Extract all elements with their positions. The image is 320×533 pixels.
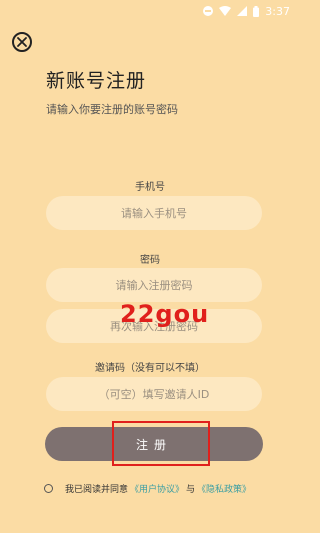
invite-code-input[interactable]: （可空）填写邀请人ID xyxy=(46,377,262,411)
do-not-disturb-icon xyxy=(203,6,214,16)
user-agreement-link[interactable]: 《用户协议》 xyxy=(130,482,184,495)
status-time: 3:37 xyxy=(265,4,290,18)
battery-icon xyxy=(253,5,260,17)
page-subtitle: 请输入你要注册的账号密码 xyxy=(46,103,178,116)
phone-label: 手机号 xyxy=(135,182,165,193)
agreement-prefix: 我已阅读并同意 xyxy=(65,485,129,495)
page-title: 新账号注册 xyxy=(46,70,147,92)
phone-input[interactable]: 请输入手机号 xyxy=(46,196,262,230)
wifi-icon xyxy=(219,6,232,16)
password-label: 密码 xyxy=(140,255,160,266)
agree-radio[interactable] xyxy=(44,484,53,493)
signal-icon xyxy=(237,6,248,16)
highlight-box xyxy=(112,421,210,466)
status-bar: 3:37 xyxy=(0,0,300,22)
close-button[interactable] xyxy=(12,32,32,52)
invite-code-label: 邀请码（没有可以不填） xyxy=(95,363,205,374)
agreement-and: 与 xyxy=(186,485,196,495)
agreement-row: 我已阅读并同意 《用户协议》 与 《隐私政策》 xyxy=(44,482,253,495)
privacy-policy-link[interactable]: 《隐私政策》 xyxy=(197,482,251,495)
close-icon xyxy=(17,37,27,47)
watermark-overlay: 22gou xyxy=(120,300,210,328)
password-input[interactable]: 请输入注册密码 xyxy=(46,268,262,302)
